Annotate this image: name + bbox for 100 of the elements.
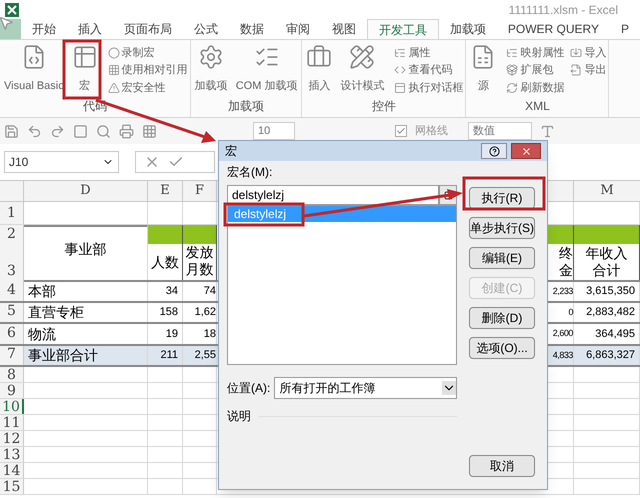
ribbon-button[interactable]: 录制宏	[108, 44, 188, 62]
name-box[interactable]: J10	[4, 151, 119, 173]
ribbon-tab[interactable]: 公式	[182, 19, 229, 39]
table-cell-text: 18	[204, 326, 216, 342]
row-header[interactable]: 8	[0, 367, 24, 382]
ribbon-tab[interactable]: 加载项	[438, 19, 497, 39]
ribbon-button[interactable]: 源	[468, 44, 498, 97]
table-cell-text: 158	[160, 305, 178, 320]
location-select[interactable]: 所有打开的工作簿	[274, 377, 457, 399]
ribbon-tab[interactable]: 开发工具	[366, 19, 439, 39]
dialog-button[interactable]: 执行(R)	[469, 187, 535, 209]
table-cell-text: 0	[568, 306, 573, 319]
gridlines-checkbox[interactable]	[395, 125, 407, 137]
table-cell-text: 事业部合计	[28, 346, 98, 365]
macro-name-field[interactable]: delstylelzj	[227, 185, 439, 205]
row-header[interactable]: 10	[0, 399, 24, 414]
help-button[interactable]	[481, 143, 507, 159]
column-header[interactable]: D	[24, 181, 148, 201]
ruler-icon	[349, 44, 376, 70]
ribbon-button[interactable]: 刷新数据	[506, 79, 564, 97]
table-cell-text: 74	[204, 284, 216, 300]
printer-icon[interactable]	[119, 124, 134, 138]
ribbon-button[interactable]: Visual Basic	[2, 44, 66, 97]
checkbox-label: 网格线	[415, 124, 448, 139]
square-icon	[444, 190, 452, 200]
ribbon-button[interactable]: 查看代码	[394, 62, 464, 80]
ribbon-button[interactable]: 宏安全性	[108, 79, 188, 97]
row-header[interactable]: 4	[0, 282, 24, 301]
row-header[interactable]: 12	[0, 431, 24, 446]
dialog-button[interactable]: 选项(O)...	[469, 337, 535, 359]
table-cell-text: 发放 月数	[184, 244, 214, 280]
ribbon-button[interactable]: 映射属性	[506, 44, 564, 62]
redo-icon[interactable]	[50, 124, 65, 138]
table-cell-text: 211	[160, 348, 178, 364]
table-cell-text: 6,863,327	[586, 348, 635, 364]
table-cell-text: 2,883,482	[586, 305, 635, 320]
field-label: 位置(A):	[227, 380, 270, 397]
number-format-field[interactable]: 数值	[468, 122, 532, 140]
grid-icon	[108, 64, 120, 76]
grid-icon[interactable]	[142, 124, 157, 138]
row-header[interactable]: 7	[0, 346, 24, 365]
gear-icon	[198, 44, 224, 70]
row-header[interactable]: 14	[0, 463, 24, 478]
code-icon	[394, 64, 406, 76]
save-icon[interactable]	[4, 124, 19, 138]
table-cell-text: 年收入 合计	[584, 244, 628, 280]
row-header[interactable]: 9	[0, 383, 24, 398]
ribbon-button[interactable]: 加载项	[192, 44, 230, 97]
row-header[interactable]: 1	[0, 202, 24, 224]
ribbon-tab[interactable]: 数据	[228, 19, 275, 39]
ribbon-tab[interactable]: POWER QUERY	[496, 19, 610, 39]
table-cell-text: 3,615,350	[586, 284, 635, 300]
row-header[interactable]: 2	[0, 225, 24, 245]
table-cell-text: 34	[166, 284, 178, 300]
table-cell-text: 事业部	[64, 240, 106, 259]
ribbon-button[interactable]: 属性	[394, 44, 464, 62]
table-cell-text: 4,833	[552, 348, 573, 362]
row-header[interactable]: 5	[0, 303, 24, 322]
dialog-button[interactable]: 编辑(E)	[469, 247, 535, 269]
dialog-button[interactable]: 删除(D)	[469, 307, 535, 329]
ribbon-button[interactable]: 宏	[70, 44, 100, 97]
table-cell-text: 2,600	[552, 327, 573, 340]
ribbon-tab[interactable]: 插入	[66, 19, 113, 39]
close-icon	[520, 146, 532, 156]
ribbon-tab[interactable]: 视图	[320, 19, 367, 39]
table-cell-text: 本部	[28, 282, 56, 301]
row-header[interactable]: 11	[0, 415, 24, 430]
table-cell-text: 2,55	[194, 348, 216, 364]
close-button[interactable]	[511, 143, 541, 159]
column-header[interactable]: M	[574, 181, 640, 201]
row-header[interactable]: 15	[0, 479, 24, 494]
dialog-button[interactable]: 单步执行(S)	[469, 217, 535, 239]
circle-icon	[108, 46, 120, 59]
ribbon-button[interactable]: 使用相对引用	[108, 62, 188, 80]
ribbon-tab[interactable]: 审阅	[274, 19, 321, 39]
ribbon-button[interactable]: 执行对话框	[394, 79, 464, 97]
ribbon-button[interactable]: 插入	[304, 44, 334, 97]
ribbon-button[interactable]: 导入	[570, 44, 606, 62]
row-header[interactable]: 6	[0, 324, 24, 344]
header-band	[183, 225, 216, 244]
ribbon-button[interactable]: 设计模式	[338, 44, 386, 97]
ribbon-button[interactable]: 扩展包	[506, 62, 564, 80]
square-icon[interactable]	[73, 124, 88, 138]
table-cell-text: 直营专柜	[28, 303, 84, 322]
row-header[interactable]: 13	[0, 447, 24, 462]
font-size-field[interactable]: 10	[253, 122, 295, 140]
table-icon	[72, 44, 98, 70]
cancel-button[interactable]: 取消	[469, 455, 535, 477]
column-header[interactable]: E	[148, 181, 183, 201]
field-label: 宏名(M):	[227, 164, 274, 181]
search-icon[interactable]	[96, 124, 111, 138]
undo-icon[interactable]	[27, 124, 42, 138]
ribbon-tab[interactable]: 开始	[20, 19, 67, 39]
ribbon-tab[interactable]: P	[610, 19, 640, 39]
ribbon-button[interactable]: COM 加载项	[234, 44, 300, 97]
row-header[interactable]: 3	[0, 245, 24, 282]
ribbon-tab[interactable]: 页面布局	[112, 19, 183, 39]
column-header[interactable]: F	[183, 181, 217, 201]
ribbon-button[interactable]: 导出	[570, 62, 606, 80]
font-icon[interactable]	[540, 124, 555, 138]
